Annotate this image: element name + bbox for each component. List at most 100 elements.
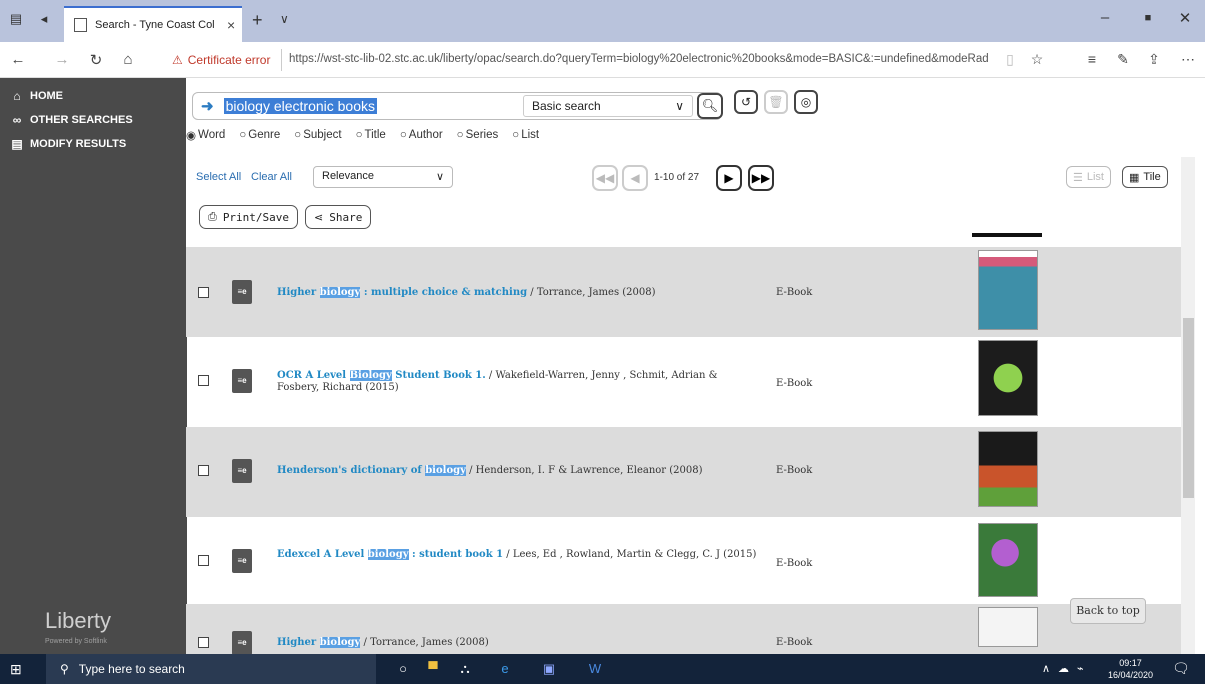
file-explorer-icon[interactable]: ▀: [424, 660, 442, 678]
last-page-button[interactable]: ▶▶: [748, 165, 774, 191]
url-field[interactable]: https://wst-stc-lib-02.stc.ac.uk/liberty…: [289, 53, 994, 65]
chevron-down-icon[interactable]: ∨: [280, 12, 289, 26]
select-checkbox[interactable]: [198, 287, 209, 298]
book-cover[interactable]: [978, 523, 1038, 597]
result-title-link[interactable]: Higher biology: [277, 637, 361, 648]
radio-word[interactable]: ◉ Word: [186, 128, 225, 142]
first-page-button[interactable]: ◀◀: [592, 165, 618, 191]
maximize-button[interactable]: ■: [1133, 12, 1163, 24]
radio-list[interactable]: ○ List: [512, 128, 539, 142]
favorites-hub-icon[interactable]: ≡: [1082, 51, 1102, 67]
taskbar-search[interactable]: ⚲ Type here to search: [46, 654, 376, 684]
result-title-link[interactable]: Henderson's dictionary of biology: [277, 465, 466, 476]
notifications-icon[interactable]: 🗨︎: [1172, 660, 1190, 677]
sidebar: ⌂ HOME ∞ OTHER SEARCHES ▤ MODIFY RESULTS…: [0, 78, 187, 654]
result-title-link[interactable]: Edexcel A Level biology : student book 1: [277, 549, 503, 560]
clock[interactable]: 09:17 16/04/2020: [1108, 657, 1153, 681]
chevron-down-icon: ∨: [435, 171, 444, 183]
sidebar-item-home[interactable]: ⌂ HOME: [0, 84, 187, 108]
book-cover[interactable]: [978, 607, 1038, 647]
reading-view-icon[interactable]: ▯: [1000, 51, 1020, 68]
radio-selected-icon: ◉: [186, 130, 197, 142]
next-page-button[interactable]: ▶: [716, 165, 742, 191]
search-type-radios: ◉ Word ○ Genre ○ Subject ○ Title ○ Author ○ Se…: [186, 128, 539, 142]
tab-close-button[interactable]: ×: [227, 17, 235, 33]
word-icon[interactable]: W: [586, 660, 604, 678]
close-window-button[interactable]: ✕: [1170, 9, 1200, 27]
radio-genre[interactable]: ○ Genre: [239, 128, 280, 142]
back-to-top-button[interactable]: Back to top: [1070, 598, 1146, 624]
tab-preview-icon[interactable]: ▤: [8, 12, 24, 26]
tile-view-button[interactable]: ▦ Tile: [1122, 166, 1168, 188]
select-checkbox[interactable]: [198, 375, 209, 386]
cortana-icon[interactable]: ○: [394, 660, 412, 678]
result-type: E-Book: [776, 378, 813, 389]
sidebar-item-other-searches[interactable]: ∞ OTHER SEARCHES: [0, 108, 187, 132]
home-button[interactable]: ⌂: [118, 51, 138, 68]
minimize-button[interactable]: –: [1090, 9, 1120, 26]
radio-empty-icon: ○: [355, 129, 363, 141]
sort-select[interactable]: Relevance ∨: [313, 166, 453, 188]
radio-empty-icon: ○: [399, 129, 407, 141]
result-author: / Henderson, I. F & Lawrence, Eleanor (2…: [465, 465, 703, 476]
search-mode-select[interactable]: Basic search ∨: [523, 95, 693, 117]
results-toolbar: Select All Clear All Relevance ∨ ◀◀ ◀ 1-…: [186, 157, 1191, 247]
result-type: E-Book: [776, 465, 813, 476]
forward-button[interactable]: →: [52, 51, 72, 68]
radio-author[interactable]: ○ Author: [400, 128, 443, 142]
select-checkbox[interactable]: [198, 465, 209, 476]
history-button[interactable]: ↺: [734, 90, 758, 114]
result-title-link[interactable]: Higher biology : multiple choice & match…: [277, 287, 527, 298]
network-icon[interactable]: ⌁: [1077, 662, 1084, 675]
radio-series[interactable]: ○ Series: [457, 128, 499, 142]
refresh-button[interactable]: ↻: [86, 51, 106, 69]
radio-title[interactable]: ○ Title: [356, 128, 386, 142]
result-text: Edexcel A Level biology : student book 1…: [277, 549, 757, 561]
book-cover[interactable]: [978, 431, 1038, 507]
windows-start-icon[interactable]: ⊞: [10, 661, 22, 678]
table-row: ≡e Edexcel A Level biology : student boo…: [186, 517, 1181, 607]
share-button[interactable]: ⋖ Share: [305, 205, 372, 229]
title-part: Student Book 1.: [391, 370, 486, 381]
certificate-warning[interactable]: ⚠ Certificate error: [172, 53, 270, 67]
ebook-icon: ≡e: [232, 369, 252, 393]
radio-label: Subject: [303, 129, 342, 141]
previous-page-button[interactable]: ◀: [622, 165, 648, 191]
more-icon[interactable]: ⋯: [1178, 51, 1198, 68]
search-button[interactable]: 🔍︎: [697, 93, 723, 119]
radio-empty-icon: ○: [239, 129, 247, 141]
clear-all-link[interactable]: Clear All: [251, 171, 292, 183]
print-save-button[interactable]: ⎙ Print/Save: [199, 205, 299, 229]
page-count: 1-10 of 27: [654, 172, 700, 183]
share-page-icon[interactable]: ⇪: [1144, 51, 1164, 68]
book-cover[interactable]: [978, 250, 1038, 330]
result-title-link[interactable]: OCR A Level Biology Student Book 1.: [277, 370, 486, 381]
result-type: E-Book: [776, 287, 813, 298]
select-checkbox[interactable]: [198, 637, 209, 648]
select-all-link[interactable]: Select All: [196, 171, 241, 183]
app-icon[interactable]: ▣: [540, 660, 558, 678]
scrollbar-thumb[interactable]: [1183, 318, 1194, 498]
cloud-icon[interactable]: ☁: [1058, 662, 1069, 675]
date: 16/04/2020: [1108, 670, 1154, 680]
radio-subject[interactable]: ○ Subject: [294, 128, 341, 142]
browser-tab[interactable]: Search - Tyne Coast Col ×: [64, 6, 242, 42]
tab-aside-icon[interactable]: ◂: [36, 12, 52, 26]
store-icon[interactable]: ⛬: [456, 660, 474, 678]
search-input[interactable]: biology electronic books: [223, 98, 377, 114]
list-view-button[interactable]: ☰ List: [1066, 166, 1111, 188]
favorite-star-icon[interactable]: ☆: [1027, 51, 1047, 68]
select-checkbox[interactable]: [198, 555, 209, 566]
highlighted-term: biology: [367, 549, 409, 560]
advanced-search-button[interactable]: ◎: [794, 90, 818, 114]
edge-icon[interactable]: e: [496, 660, 514, 678]
radio-label: Author: [408, 129, 443, 141]
table-row: ≡e Higher biology / Torrance, James (200…: [186, 604, 1181, 654]
book-cover[interactable]: [978, 340, 1038, 416]
new-tab-button[interactable]: +: [252, 10, 263, 31]
sidebar-item-modify-results[interactable]: ▤ MODIFY RESULTS: [0, 132, 187, 156]
clear-button[interactable]: 🗑︎: [764, 90, 788, 114]
tray-chevron-icon[interactable]: ∧: [1042, 662, 1050, 675]
pen-notes-icon[interactable]: ✎: [1113, 51, 1133, 68]
back-button[interactable]: ←: [8, 51, 28, 68]
